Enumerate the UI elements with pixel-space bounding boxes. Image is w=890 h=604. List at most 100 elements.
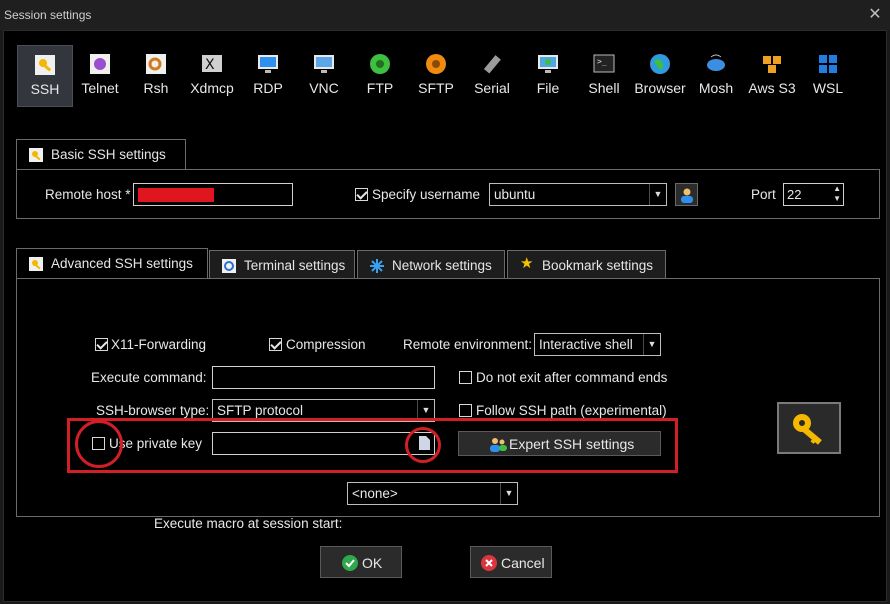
- network-icon: [370, 259, 384, 273]
- protocol-label: Browser: [634, 80, 686, 96]
- vnc-icon: [313, 53, 335, 75]
- ok-button[interactable]: OK: [320, 546, 402, 578]
- remote-environment-value: Interactive shell: [539, 337, 633, 352]
- tab-terminal-settings[interactable]: Terminal settings: [209, 250, 355, 279]
- protocol-label: Rsh: [143, 80, 169, 96]
- protocol-vnc[interactable]: VNC: [296, 45, 352, 107]
- title-bar: Session settings ✕: [0, 0, 890, 30]
- port-value: 22: [787, 187, 802, 202]
- user-manager-button[interactable]: [675, 183, 698, 206]
- protocol-wsl[interactable]: WSL: [800, 45, 856, 107]
- protocol-label: RDP: [253, 80, 283, 96]
- protocol-sftp[interactable]: SFTP: [408, 45, 464, 107]
- terminal-icon: [222, 259, 236, 273]
- ssh-key-icon: [34, 54, 56, 76]
- close-icon[interactable]: ✕: [866, 6, 884, 24]
- svg-text:>_: >_: [597, 57, 607, 66]
- protocol-telnet[interactable]: Telnet: [72, 45, 128, 107]
- tab-basic-ssh-settings[interactable]: Basic SSH settings: [16, 139, 186, 170]
- tab-advanced-ssh-settings[interactable]: Advanced SSH settings: [16, 248, 208, 279]
- session-dialog: SSH Telnet Rsh X Xdmcp RDP VNC FTP SFTP: [3, 30, 887, 602]
- mosh-icon: [705, 53, 727, 75]
- port-label: Port: [751, 187, 776, 202]
- tab-label: Bookmark settings: [542, 258, 654, 273]
- protocol-mosh[interactable]: Mosh: [688, 45, 744, 107]
- tab-label: Network settings: [392, 258, 492, 273]
- tab-bookmark-settings[interactable]: ★ Bookmark settings: [507, 250, 666, 279]
- protocol-label: Shell: [588, 80, 620, 96]
- spinner-arrows-icon[interactable]: ▲ ▼: [833, 184, 841, 204]
- follow-ssh-path-checkbox[interactable]: [459, 404, 472, 417]
- redacted-host-value: [138, 188, 214, 202]
- protocol-shell[interactable]: >_ Shell: [576, 45, 632, 107]
- chevron-down-icon[interactable]: ▼: [649, 184, 666, 205]
- compression-label: Compression: [286, 337, 366, 352]
- tab-network-settings[interactable]: Network settings: [357, 250, 505, 279]
- follow-ssh-path-label: Follow SSH path (experimental): [476, 403, 667, 418]
- cancel-button[interactable]: Cancel: [470, 546, 552, 578]
- specify-username-checkbox[interactable]: [355, 188, 368, 201]
- user-icon: [679, 187, 695, 206]
- compression-checkbox[interactable]: [269, 338, 282, 351]
- protocol-label: SSH: [30, 81, 60, 97]
- protocol-ssh[interactable]: SSH: [17, 45, 73, 107]
- remote-host-input[interactable]: [133, 183, 293, 206]
- remote-environment-combo[interactable]: Interactive shell ▼: [534, 333, 661, 356]
- protocol-label: WSL: [812, 80, 844, 96]
- protocol-serial[interactable]: Serial: [464, 45, 520, 107]
- protocol-label: Aws S3: [748, 80, 796, 96]
- x11-forwarding-label: X11-Forwarding: [111, 337, 207, 352]
- tab-label: Advanced SSH settings: [51, 256, 193, 271]
- annotation-circle-file-browse: [405, 427, 441, 463]
- rsh-icon: [145, 53, 167, 75]
- telnet-icon: [89, 53, 111, 75]
- protocol-label: FTP: [366, 80, 394, 96]
- key-icon: [791, 412, 829, 449]
- wsl-icon: [817, 53, 839, 75]
- xdmcp-icon: X: [201, 53, 223, 75]
- protocol-file[interactable]: File: [520, 45, 576, 107]
- sftp-icon: [425, 53, 447, 75]
- protocol-xdmcp[interactable]: X Xdmcp: [184, 45, 240, 107]
- username-combo[interactable]: ubuntu ▼: [489, 183, 667, 206]
- star-icon: ★: [520, 255, 534, 272]
- protocol-rdp[interactable]: RDP: [240, 45, 296, 107]
- remote-host-label: Remote host *: [45, 187, 131, 202]
- execute-macro-combo[interactable]: <none> ▼: [347, 482, 518, 505]
- chevron-down-icon[interactable]: ▼: [643, 334, 660, 355]
- check-icon: [342, 555, 358, 574]
- annotation-rectangle: [67, 418, 678, 473]
- protocol-label: Serial: [474, 80, 510, 96]
- protocol-ftp[interactable]: FTP: [352, 45, 408, 107]
- x11-forwarding-checkbox[interactable]: [95, 338, 108, 351]
- remote-environment-label: Remote environment:: [403, 337, 533, 352]
- execute-macro-label: Execute macro at session start:: [154, 516, 343, 531]
- execute-macro-value: <none>: [352, 486, 398, 501]
- file-icon: [537, 53, 559, 75]
- protocol-label: File: [536, 80, 560, 96]
- tab-label: Basic SSH settings: [51, 147, 166, 162]
- ssh-browser-type-label: SSH-browser type:: [96, 403, 210, 418]
- execute-command-input[interactable]: [212, 366, 435, 389]
- protocol-browser[interactable]: Browser: [632, 45, 688, 107]
- protocol-aws-s3[interactable]: Aws S3: [744, 45, 800, 107]
- key-icon: [29, 257, 43, 271]
- key-manager-button[interactable]: [777, 402, 841, 454]
- cancel-icon: [481, 555, 497, 574]
- svg-text:X: X: [205, 57, 215, 73]
- execute-command-label: Execute command:: [91, 370, 207, 385]
- username-value: ubuntu: [494, 187, 536, 202]
- protocol-label: SFTP: [418, 80, 454, 96]
- chevron-down-icon[interactable]: ▼: [500, 483, 517, 504]
- annotation-circle-checkbox: [75, 420, 123, 468]
- port-spinner[interactable]: 22 ▲ ▼: [783, 183, 844, 206]
- basic-settings-panel: Remote host * Specify username ubuntu ▼ …: [16, 169, 880, 219]
- ssh-browser-type-value: SFTP protocol: [217, 403, 304, 418]
- no-exit-label: Do not exit after command ends: [476, 370, 668, 385]
- cancel-label: Cancel: [501, 555, 545, 571]
- protocol-label: VNC: [309, 80, 339, 96]
- window-title: Session settings: [4, 8, 92, 22]
- key-icon: [29, 148, 43, 162]
- protocol-rsh[interactable]: Rsh: [128, 45, 184, 107]
- no-exit-checkbox[interactable]: [459, 371, 472, 384]
